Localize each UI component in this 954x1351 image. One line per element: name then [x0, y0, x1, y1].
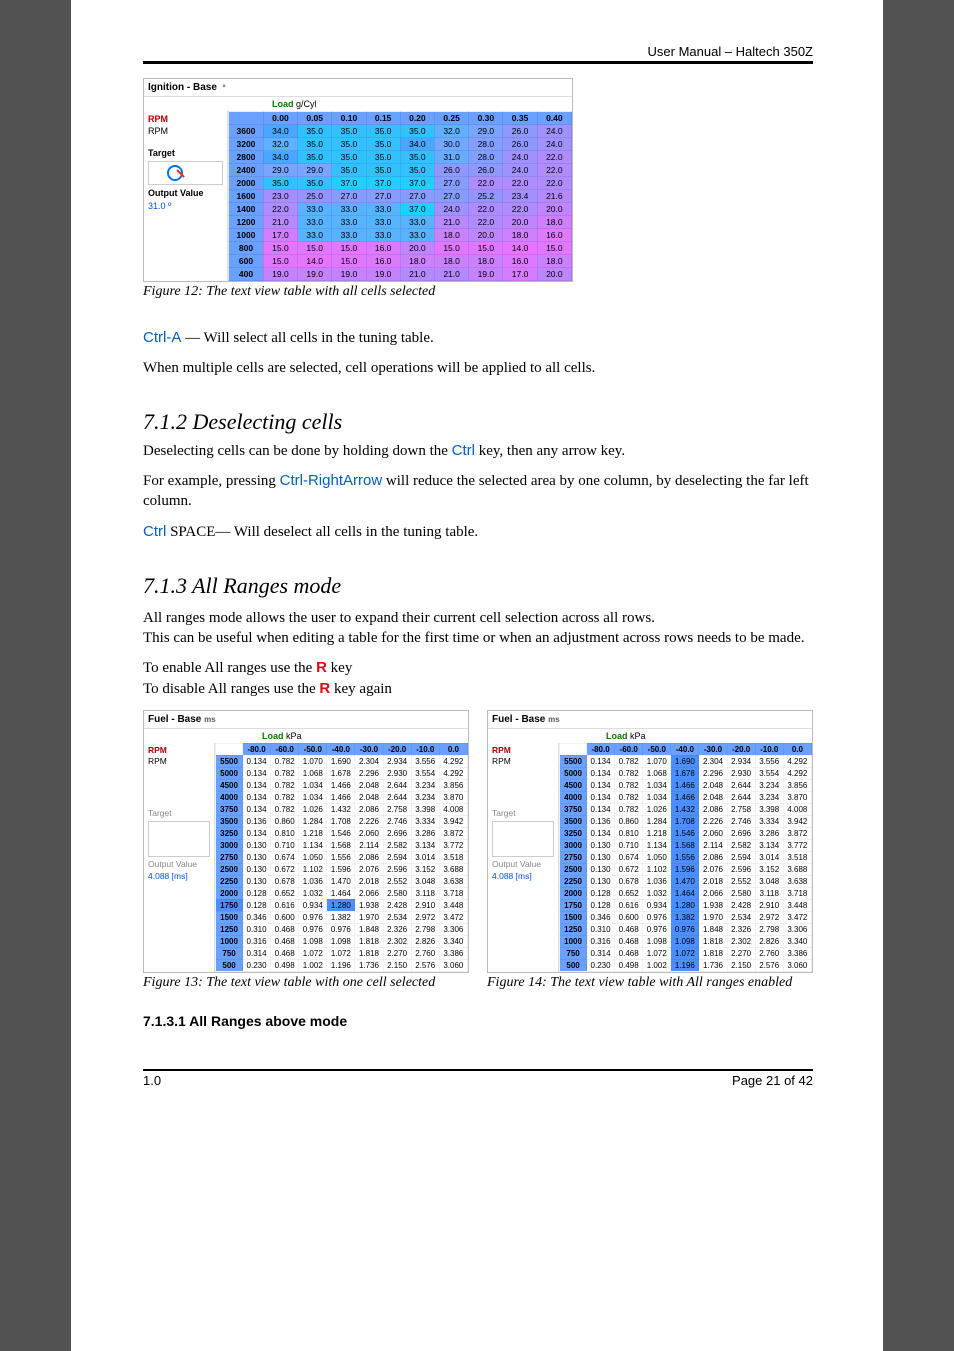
heading-7-1-2: 7.1.2 Deselecting cells	[143, 409, 813, 435]
header-title: User Manual – Haltech 350Z	[143, 44, 813, 59]
kbd-ctrl-a: Ctrl-A	[143, 329, 181, 346]
deselect-line1: Deselecting cells can be done by holding…	[143, 441, 813, 462]
header-rule	[143, 61, 813, 64]
deselect-line2: For example, pressing Ctrl-RightArrow wi…	[143, 471, 813, 512]
ignition-window-title: Ignition - Base	[148, 82, 217, 93]
kbd-ctrl: Ctrl	[452, 442, 475, 459]
figure-14-caption: Figure 14: The text view table with All …	[487, 975, 813, 991]
figure-13-caption: Figure 13: The text view table with one …	[143, 975, 469, 991]
ignition-unit: º	[222, 83, 225, 92]
ignition-output-value: 31.0 º	[148, 200, 223, 212]
kbd-r-enable: R	[316, 659, 327, 676]
ignition-rpm-label: RPM	[148, 125, 223, 137]
ignition-output-label: Output Value	[148, 187, 223, 199]
kbd-r-disable: R	[319, 680, 330, 697]
footer-rule	[143, 1069, 813, 1071]
ignition-grid: 0.000.050.100.150.200.250.300.350.403600…	[228, 111, 572, 281]
ignition-target-label: Target	[148, 147, 223, 159]
kbd-ctrl-space: Ctrl	[143, 523, 166, 540]
heading-7-1-3: 7.1.3 All Ranges mode	[143, 573, 813, 599]
allranges-enable: To enable All ranges use the R key	[143, 658, 813, 679]
footer-left: 1.0	[143, 1073, 161, 1088]
para-ctrl-a: Ctrl-A — Will select all cells in the tu…	[143, 328, 813, 349]
allranges-disable: To disable All ranges use the R key agai…	[143, 679, 813, 700]
kbd-ctrl-rightarrow: Ctrl-RightArrow	[280, 472, 383, 489]
footer-right: Page 21 of 42	[732, 1073, 813, 1088]
allranges-p2: This can be useful when editing a table …	[143, 629, 813, 649]
figure-13-table: Fuel - Base msLoad kPaRPMRPMTargetOutput…	[143, 710, 469, 973]
deselect-line3: Ctrl SPACE— Will deselect all cells in t…	[143, 522, 813, 543]
para-multi-cells: When multiple cells are selected, cell o…	[143, 359, 813, 379]
ignition-rpm-red: RPM	[148, 113, 223, 125]
figure-12-caption: Figure 12: The text view table with all …	[143, 284, 813, 300]
allranges-p1: All ranges mode allows the user to expan…	[143, 609, 813, 629]
para-ctrl-a-rest: — Will select all cells in the tuning ta…	[181, 330, 433, 346]
figure-14-table: Fuel - Base msLoad kPaRPMRPMTargetOutput…	[487, 710, 813, 973]
figure-12-table: Ignition - Base º Load g/Cyl RPM RPM Tar…	[143, 78, 573, 282]
ignition-load-unit: g/Cyl	[296, 99, 317, 109]
ignition-load-label: Load	[272, 99, 294, 109]
heading-7-1-3-1: 7.1.3.1 All Ranges above mode	[143, 1013, 813, 1029]
